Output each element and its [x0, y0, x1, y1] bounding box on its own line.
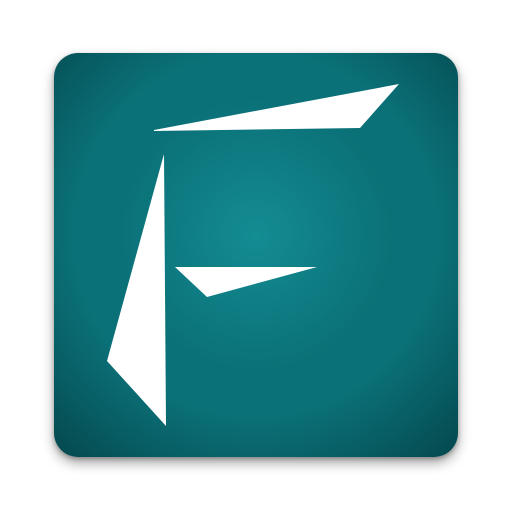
letter-f-top-bar — [154, 84, 399, 131]
letter-f-middle-bar — [175, 267, 317, 297]
app-icon[interactable] — [54, 53, 458, 457]
letter-f-stem — [107, 154, 166, 426]
stylized-letter-f-icon — [107, 84, 399, 426]
icon-stage — [0, 0, 512, 512]
